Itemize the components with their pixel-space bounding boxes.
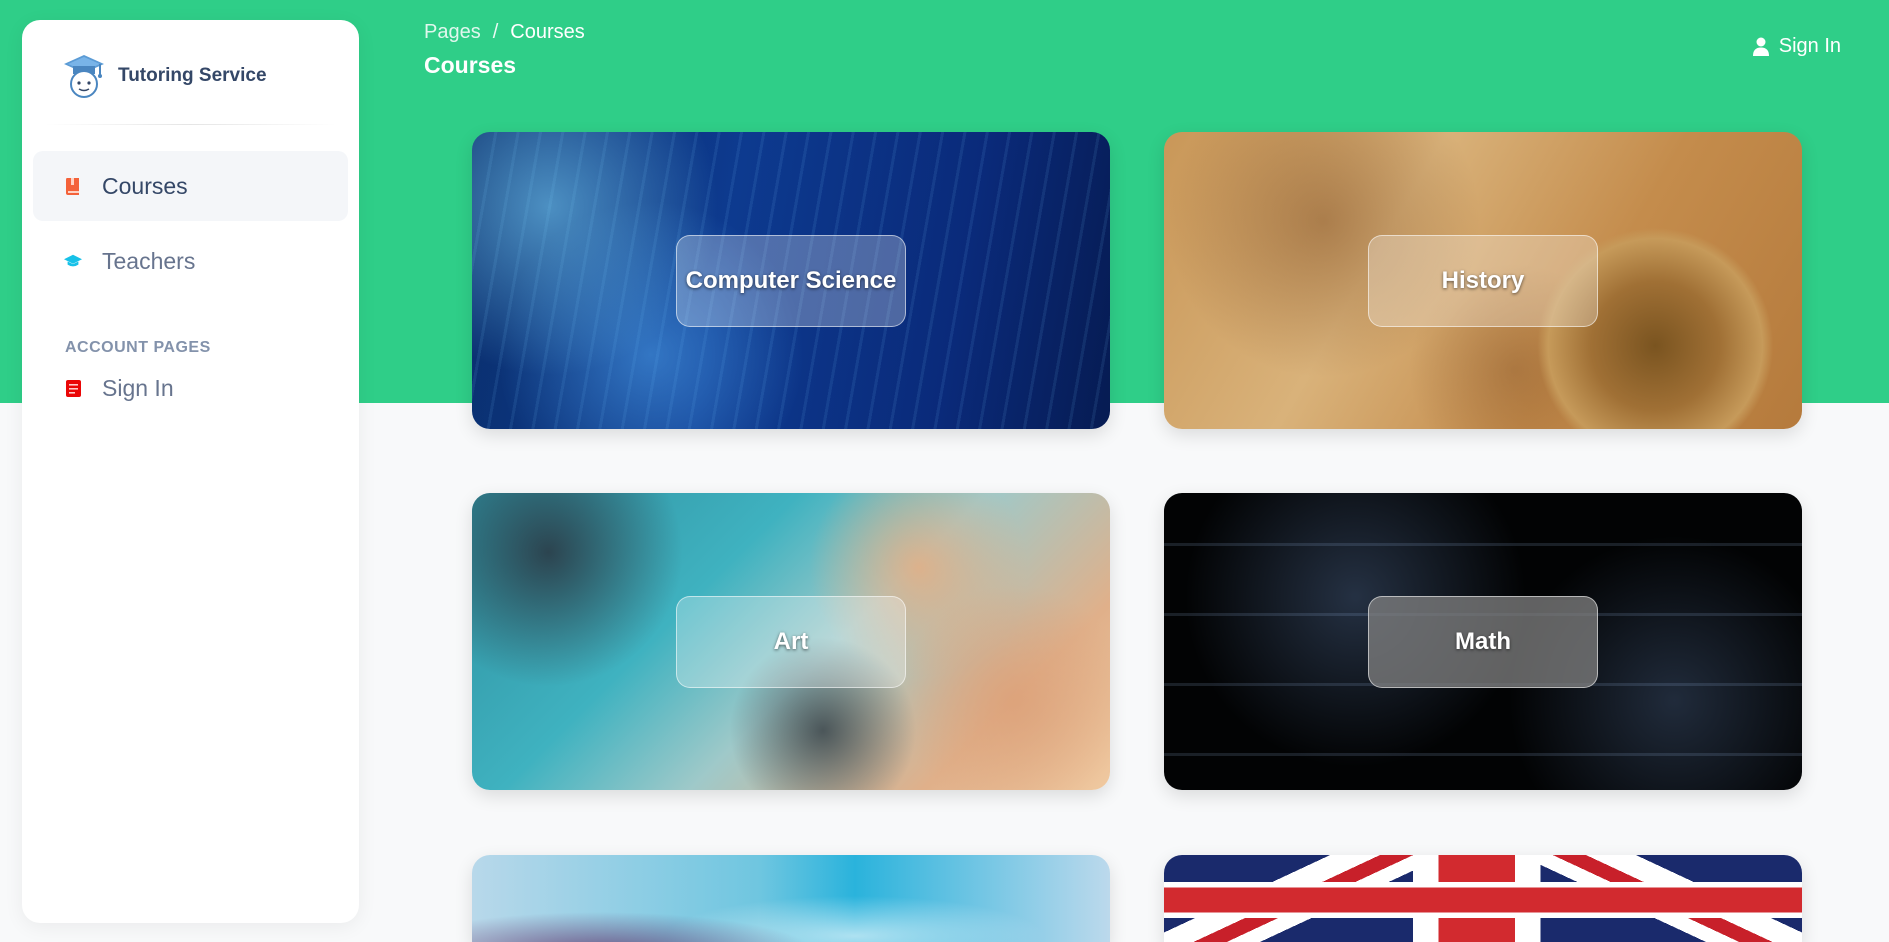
breadcrumb-item-pages[interactable]: Pages [424, 21, 481, 44]
breadcrumb: Pages / Courses [424, 21, 585, 44]
document-icon [64, 378, 82, 398]
course-title: History [1368, 235, 1598, 327]
sign-in-label: Sign In [1778, 35, 1841, 57]
course-card-math[interactable]: Math [1164, 493, 1802, 790]
page-title: Courses [424, 52, 517, 78]
course-card-chemistry[interactable] [472, 855, 1110, 942]
sidebar-item-sign-in[interactable]: Sign In [33, 353, 348, 423]
brand-name: Tutoring Service [118, 65, 267, 86]
graduation-cap-icon [64, 251, 82, 271]
sidebar-item-label: Teachers [102, 247, 196, 274]
graduate-mascot-icon [64, 55, 104, 98]
course-title: Art [676, 596, 906, 688]
course-card-art[interactable]: Art [472, 493, 1110, 790]
course-title: Computer Science [676, 235, 906, 327]
sidebar-item-label: Sign In [102, 374, 174, 401]
course-card-history[interactable]: History [1164, 132, 1802, 429]
course-card-english[interactable] [1164, 855, 1802, 942]
sidebar-item-teachers[interactable]: Teachers [33, 226, 348, 296]
course-image [472, 855, 1110, 942]
book-icon [64, 176, 82, 196]
divider [44, 124, 337, 125]
sidebar: Tutoring Service Courses Teachers ACCOUN… [22, 20, 359, 923]
brand[interactable]: Tutoring Service [62, 52, 267, 100]
course-image [1164, 855, 1802, 942]
course-title: Math [1368, 596, 1598, 688]
breadcrumb-item-courses: Courses [510, 21, 585, 43]
sidebar-item-label: Courses [102, 172, 188, 199]
course-card-computer-science[interactable]: Computer Science [472, 132, 1110, 429]
user-icon [1752, 37, 1769, 56]
breadcrumb-separator: / [492, 21, 499, 43]
sidebar-item-courses[interactable]: Courses [33, 151, 348, 221]
sign-in-link[interactable]: Sign In [1752, 35, 1841, 58]
